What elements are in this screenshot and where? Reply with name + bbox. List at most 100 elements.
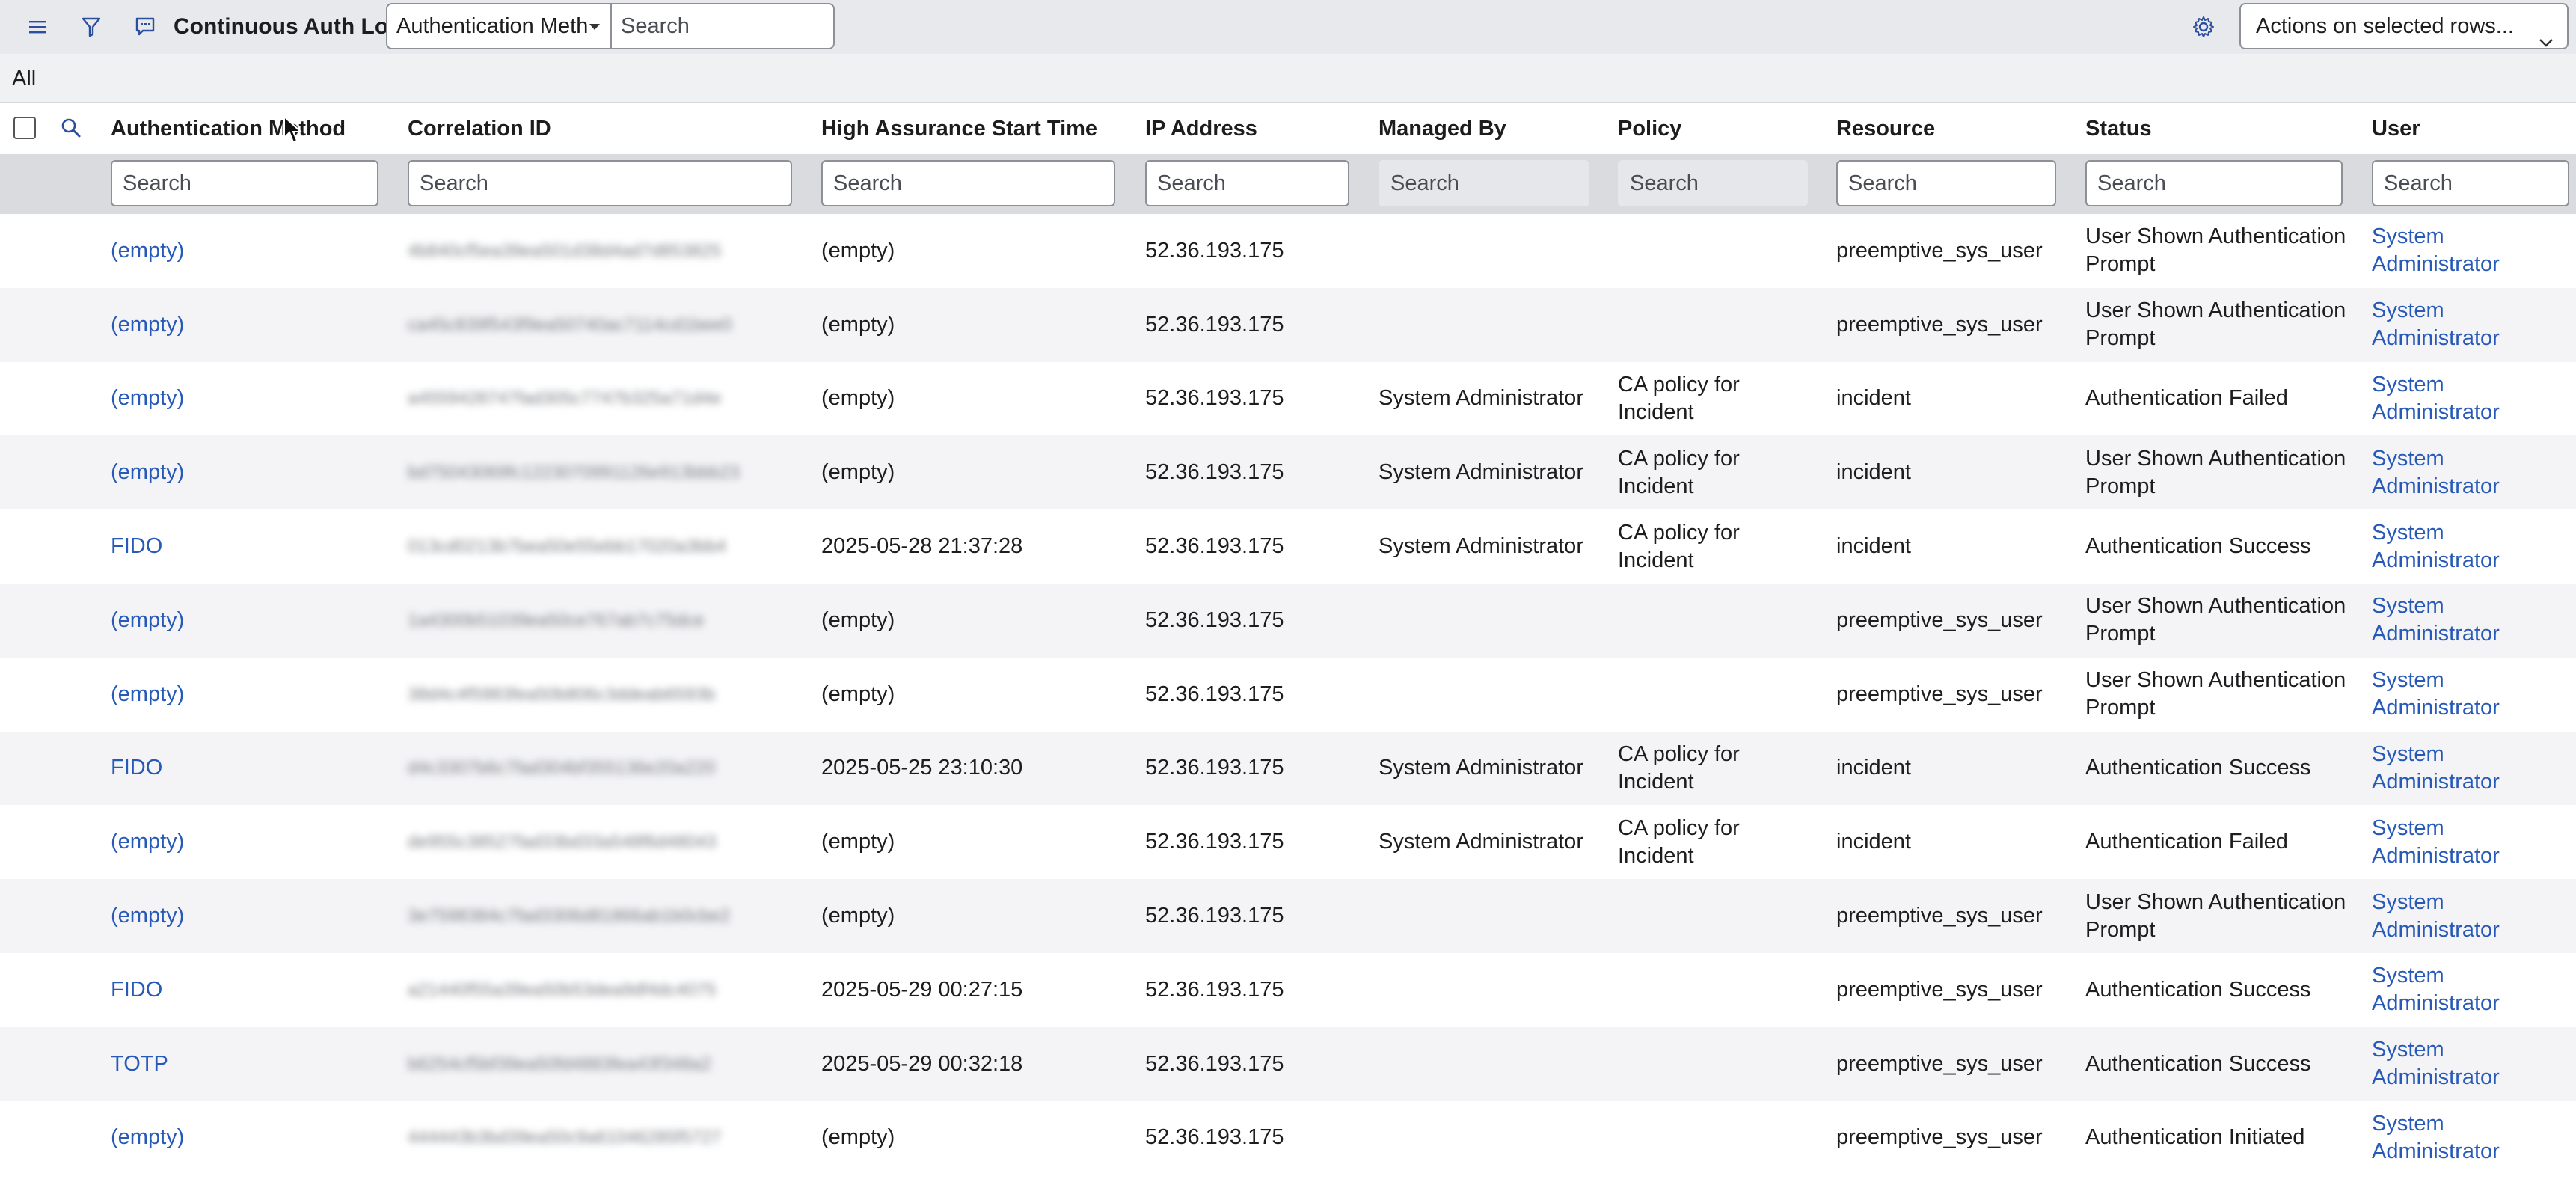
table-row[interactable]: (empty) bd75043069fc1223070991126e913bbb2…	[0, 435, 2576, 510]
search-input-ip-address[interactable]	[1145, 160, 1349, 206]
cell-auth-method[interactable]: (empty)	[111, 584, 395, 658]
table-row[interactable]: FIDO a21440f55a39ea50b53dea9df4dc4075 2025…	[0, 953, 2576, 1027]
auth-method-value[interactable]: FIDO	[111, 976, 162, 1004]
user-value[interactable]: System Administrator	[2372, 297, 2514, 352]
column-header-ip-address[interactable]: IP Address	[1145, 103, 1257, 154]
cell-user[interactable]: System Administrator	[2372, 288, 2514, 362]
cell-user[interactable]: System Administrator	[2372, 732, 2514, 806]
table-row[interactable]: (empty) de955c38527fad33bd33a548f6d48043 (…	[0, 805, 2576, 879]
cell-ip: 52.36.193.175	[1145, 805, 1362, 879]
breadcrumb[interactable]: All	[12, 54, 36, 103]
search-input-resource[interactable]	[1836, 160, 2056, 206]
column-header-authentication-method[interactable]: Authentication Method	[111, 103, 346, 154]
search-icon[interactable]	[58, 115, 84, 141]
search-input-correlation-id[interactable]	[408, 160, 792, 206]
auth-method-value[interactable]: (empty)	[111, 607, 184, 634]
chat-icon[interactable]	[130, 12, 160, 42]
table-row[interactable]: (empty) 4b840cf5ea39ea501d38d4ad7d853825 (…	[0, 214, 2576, 288]
cell-user[interactable]: System Administrator	[2372, 805, 2514, 879]
cell-auth-method[interactable]: FIDO	[111, 732, 395, 806]
search-input-user[interactable]	[2372, 160, 2569, 206]
auth-method-value[interactable]: (empty)	[111, 902, 184, 930]
cell-user[interactable]: System Administrator	[2372, 879, 2514, 953]
cell-policy: CA policy for Incident	[1618, 732, 1820, 806]
cell-user[interactable]: System Administrator	[2372, 509, 2514, 584]
user-value[interactable]: System Administrator	[2372, 889, 2514, 944]
column-header-resource[interactable]: Resource	[1836, 103, 1935, 154]
search-input-high-assurance-start-time[interactable]	[821, 160, 1115, 206]
table-row[interactable]: FIDO 013cd0213b7bea50e55ebb17020a3bb4 2025…	[0, 509, 2576, 584]
ha-start-value: (empty)	[821, 830, 895, 854]
cell-auth-method[interactable]: (empty)	[111, 805, 395, 879]
user-value[interactable]: System Administrator	[2372, 1036, 2514, 1091]
search-input-status[interactable]	[2085, 160, 2343, 206]
user-value[interactable]: System Administrator	[2372, 962, 2514, 1017]
cell-user[interactable]: System Administrator	[2372, 435, 2514, 509]
column-header-policy[interactable]: Policy	[1618, 103, 1681, 154]
user-value[interactable]: System Administrator	[2372, 667, 2514, 722]
cell-auth-method[interactable]: (empty)	[111, 658, 395, 732]
cell-user[interactable]: System Administrator	[2372, 584, 2514, 658]
search-input[interactable]	[610, 3, 835, 49]
auth-method-value[interactable]: FIDO	[111, 754, 162, 782]
column-header-managed-by[interactable]: Managed By	[1379, 103, 1506, 154]
cell-user[interactable]: System Administrator	[2372, 362, 2514, 436]
cell-user[interactable]: System Administrator	[2372, 1027, 2514, 1101]
cell-auth-method[interactable]: (empty)	[111, 1101, 395, 1175]
filter-icon[interactable]	[76, 12, 106, 42]
cell-user[interactable]: System Administrator	[2372, 953, 2514, 1027]
cell-user[interactable]: System Administrator	[2372, 658, 2514, 732]
ha-start-value: 2025-05-29 00:32:18	[821, 1051, 1023, 1076]
actions-select[interactable]: Actions on selected rows...	[2239, 3, 2569, 49]
field-select[interactable]: Authentication Meth	[386, 3, 610, 49]
cell-auth-method[interactable]: (empty)	[111, 362, 395, 436]
user-value[interactable]: System Administrator	[2372, 592, 2514, 648]
user-value[interactable]: System Administrator	[2372, 1110, 2514, 1166]
auth-method-value[interactable]: FIDO	[111, 533, 162, 560]
user-value[interactable]: System Administrator	[2372, 371, 2514, 426]
column-header-user[interactable]: User	[2372, 103, 2420, 154]
search-input-authentication-method[interactable]	[111, 160, 378, 206]
cell-auth-method[interactable]: FIDO	[111, 953, 395, 1027]
table-row[interactable]: FIDO d4c3307b6c7fad304bf355136e20a220 2025…	[0, 731, 2576, 806]
table-row[interactable]: TOTP b6254cf5bf39ea50fd4883fea43f348a2 202…	[0, 1026, 2576, 1101]
table-row[interactable]: (empty) ca45c839f543f9ea50740ac7114cd1bee…	[0, 287, 2576, 362]
search-input-managed-by[interactable]	[1379, 160, 1589, 206]
select-all-checkbox[interactable]	[13, 117, 36, 139]
user-value[interactable]: System Administrator	[2372, 519, 2514, 575]
cell-auth-method[interactable]: (empty)	[111, 288, 395, 362]
cell-user[interactable]: System Administrator	[2372, 214, 2514, 288]
user-value[interactable]: System Administrator	[2372, 815, 2514, 870]
cell-auth-method[interactable]: TOTP	[111, 1027, 395, 1101]
user-value[interactable]: System Administrator	[2372, 741, 2514, 796]
cell-auth-method[interactable]: (empty)	[111, 879, 395, 953]
table-row[interactable]: (empty) 444443b3bd39ea50c9a61046285f5727 (…	[0, 1101, 2576, 1175]
menu-icon[interactable]	[22, 12, 52, 42]
cell-auth-method[interactable]: (empty)	[111, 214, 395, 288]
user-value[interactable]: System Administrator	[2372, 223, 2514, 278]
auth-method-value[interactable]: (empty)	[111, 237, 184, 265]
auth-method-value[interactable]: (empty)	[111, 1124, 184, 1151]
table-row[interactable]: (empty) 38d4c4f5983fea50b806c3ddeab6593b (…	[0, 658, 2576, 732]
table-row[interactable]: (empty) 3e7598384c7fad3306d81866ab1b0cbe2…	[0, 879, 2576, 953]
user-value[interactable]: System Administrator	[2372, 445, 2514, 500]
cell-ha-start: (empty)	[821, 435, 1135, 509]
table-row[interactable]: (empty) a4559428747fad305c7747b325a71d4e (…	[0, 362, 2576, 436]
column-header-status[interactable]: Status	[2085, 103, 2152, 154]
gear-icon[interactable]	[2189, 12, 2218, 42]
auth-method-value[interactable]: (empty)	[111, 311, 184, 339]
column-header-correlation-id[interactable]: Correlation ID	[408, 103, 551, 154]
auth-method-value[interactable]: (empty)	[111, 385, 184, 412]
auth-method-value[interactable]: TOTP	[111, 1050, 168, 1078]
table-row[interactable]: (empty) 1a4300b51039ea50ce767ab7c75dce (em…	[0, 583, 2576, 658]
status-value: Authentication Success	[2085, 1051, 2311, 1076]
policy-value: CA policy for Incident	[1618, 741, 1740, 794]
column-header-high-assurance-start-time[interactable]: High Assurance Start Time	[821, 103, 1097, 154]
search-input-policy[interactable]	[1618, 160, 1808, 206]
auth-method-value[interactable]: (empty)	[111, 681, 184, 708]
cell-auth-method[interactable]: FIDO	[111, 509, 395, 584]
cell-auth-method[interactable]: (empty)	[111, 435, 395, 509]
auth-method-value[interactable]: (empty)	[111, 828, 184, 856]
auth-method-value[interactable]: (empty)	[111, 459, 184, 486]
cell-user[interactable]: System Administrator	[2372, 1101, 2514, 1175]
